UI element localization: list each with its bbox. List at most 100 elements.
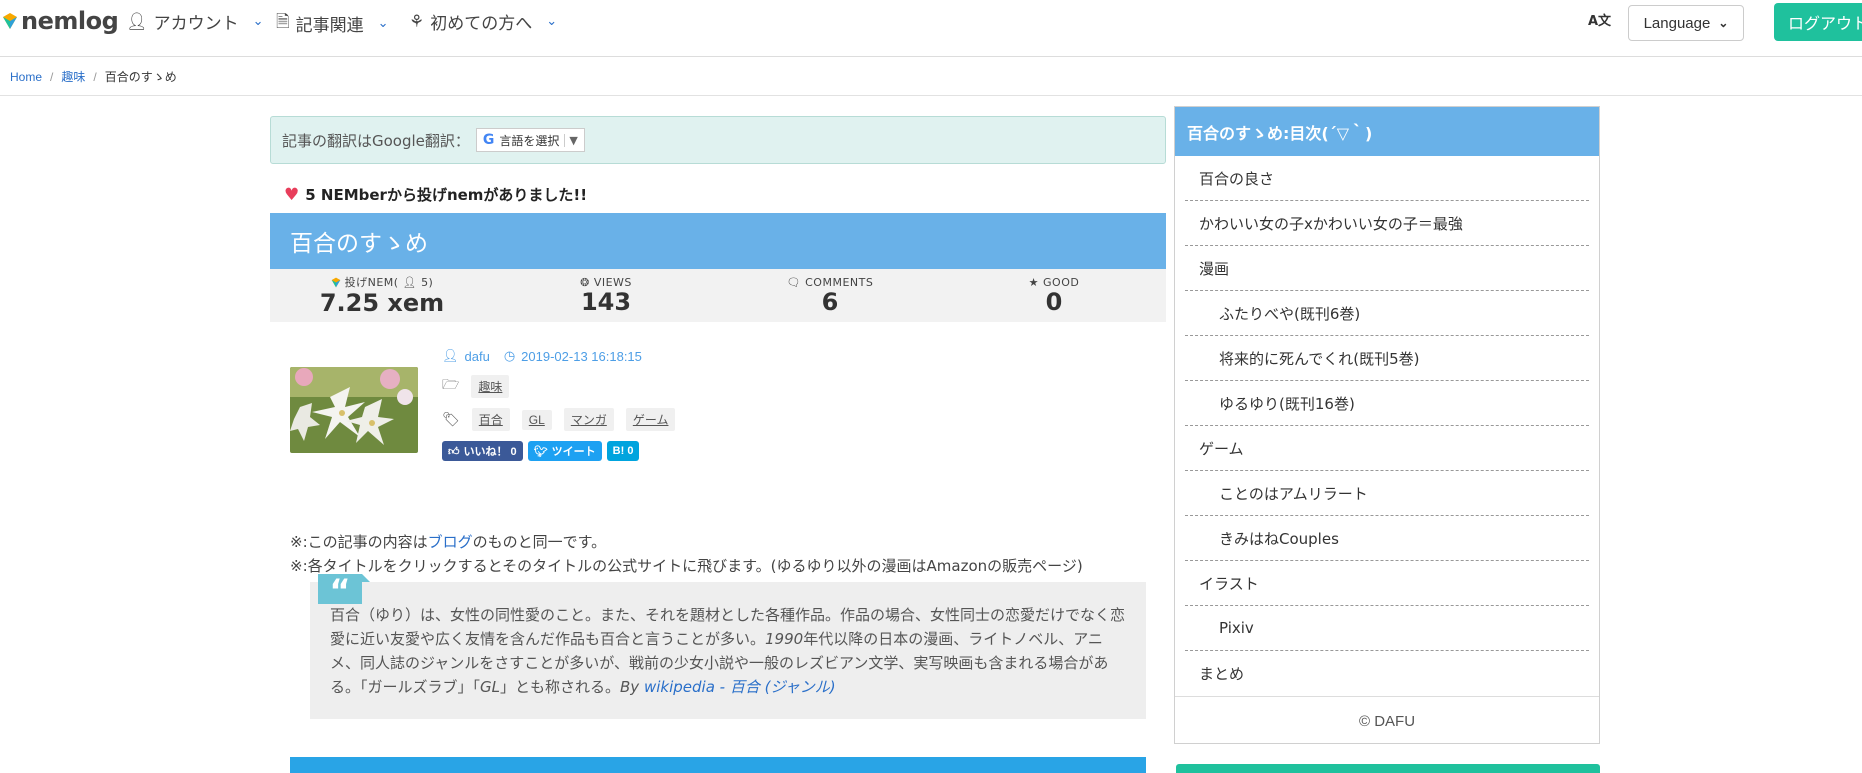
article-title: 百合のすゝめ — [290, 231, 428, 257]
clock-icon: ◷ — [503, 348, 516, 363]
toc-subitem[interactable]: 将来的に死んでくれ(既刊5巻) — [1185, 336, 1589, 381]
stat-views-value: 143 — [580, 287, 632, 316]
comments-icon: 🗨︎ — [786, 275, 802, 289]
toc-item[interactable]: イラスト — [1185, 561, 1589, 606]
tags-icon: 🏷︎ — [442, 411, 460, 427]
quote-by: By — [620, 678, 640, 696]
user-icon: 👤︎ — [442, 348, 459, 363]
lily-flowers-image — [290, 367, 418, 453]
nem-notice: ♥ 5 NEMberから投げnemがありました!! — [284, 184, 587, 205]
stat-comments: 🗨︎ COMMENTS 6 — [718, 269, 942, 322]
seedling-icon: ⚘ — [409, 11, 425, 32]
user-icon: 👤︎ — [126, 11, 148, 32]
nav-account[interactable]: 👤︎ アカウント ⌄ — [126, 9, 264, 35]
quote-text-italic: 1990 — [765, 630, 804, 648]
google-translate-select[interactable]: G 言語を選択 ▼ — [475, 128, 585, 152]
nav-beginners[interactable]: ⚘ 初めての方へ ⌄ — [409, 9, 558, 35]
breadcrumb-separator: / — [93, 69, 97, 84]
breadcrumb-category[interactable]: 趣味 — [61, 68, 85, 85]
share-buttons: 👍︎ いいね！ 0 🐦︎ ツイート B! 0 — [442, 441, 681, 461]
nav-articles[interactable]: 🗎 記事関連 ⌄ — [276, 9, 389, 38]
toc-subitem[interactable]: Pixiv — [1185, 606, 1589, 651]
document-icon: 🗎 — [276, 12, 290, 32]
breadcrumb-current: 百合のすゝめ — [104, 70, 177, 84]
chevron-down-icon: ⌄ — [546, 14, 558, 29]
stat-nem-value: 7.25 xem — [319, 289, 445, 318]
toc-item[interactable]: 百合の良さ — [1185, 156, 1589, 201]
stat-good-label: GOOD — [1043, 275, 1080, 289]
toc-item[interactable]: まとめ — [1185, 651, 1589, 696]
note-line-2: ※:各タイトルをクリックするとそのタイトルの公式サイトに飛びます。(ゆるゆり以外… — [290, 557, 1083, 575]
user-icon: 👤︎ — [402, 275, 418, 289]
toc-title: 百合のすゝめ:目次(´▽｀) — [1175, 107, 1599, 156]
hatena-label: B! 0 — [612, 445, 634, 457]
section-header-bar — [290, 757, 1146, 773]
facebook-like-label: いいね！ 0 — [463, 446, 517, 458]
chevron-down-icon: ⌄ — [1718, 16, 1729, 30]
twitter-icon: 🐦︎ — [533, 445, 548, 458]
stat-views-label: VIEWS — [593, 275, 632, 289]
translate-label: 記事の翻訳はGoogle翻訳： — [282, 131, 470, 150]
stat-good-value: 0 — [1045, 287, 1063, 316]
note1-prefix: ※:この記事の内容は — [290, 533, 428, 551]
star-icon: ★ — [1028, 275, 1040, 289]
divider — [0, 95, 1862, 96]
toc-subitem[interactable]: きみはねCouples — [1185, 516, 1589, 561]
category-tag[interactable]: 趣味 — [471, 374, 510, 398]
site-logo[interactable]: nemlog — [2, 7, 119, 35]
google-translate-select-label: 言語を選択 — [499, 133, 560, 148]
quote-text-3: 」とも称される。 — [500, 678, 621, 696]
tag-item[interactable]: 百合 — [471, 408, 510, 431]
toc-item[interactable]: かわいい女の子xかわいい女の子＝最強 — [1185, 201, 1589, 246]
tag-item[interactable]: GL — [521, 409, 552, 430]
stat-nem-count: 5) — [421, 275, 434, 289]
tag-item[interactable]: ゲーム — [625, 408, 676, 431]
language-label: Language — [1643, 14, 1711, 32]
sidebar-next-panel — [1176, 764, 1600, 773]
translate-box: 記事の翻訳はGoogle翻訳： G 言語を選択 ▼ — [270, 116, 1166, 164]
article-meta: 👤︎ dafu ◷ 2019-02-13 16:18:15 🗁 趣味 🏷︎ 百合… — [442, 348, 681, 461]
article-thumbnail[interactable] — [290, 367, 418, 453]
article-stats: 投げNEM(👤︎ 5) 7.25 xem ❂ VIEWS 143 🗨︎ COMM… — [270, 269, 1166, 322]
stat-nem-label: 投げNEM( — [344, 276, 399, 290]
toc-item[interactable]: 漫画 — [1185, 246, 1589, 291]
nem-icon — [331, 277, 340, 288]
quote-icon: “ — [318, 573, 370, 609]
nav-articles-label: 記事関連 — [295, 16, 364, 36]
blog-link[interactable]: ブログ — [428, 533, 473, 551]
stat-comments-value: 6 — [821, 287, 839, 316]
toc-subitem[interactable]: ゆるゆり(既刊16巻) — [1185, 381, 1589, 426]
nav-beginners-label: 初めての方へ — [430, 14, 533, 34]
toc-item[interactable]: ゲーム — [1185, 426, 1589, 471]
hatena-bookmark-button[interactable]: B! 0 — [606, 441, 640, 461]
stat-good: ★ GOOD 0 — [942, 269, 1166, 322]
toc-copyright: © DAFU — [1175, 696, 1599, 745]
stat-comments-label: COMMENTS — [805, 275, 874, 289]
nemlog-logo-icon — [3, 13, 17, 29]
toc-subitem[interactable]: ふたりべや(既刊6巻) — [1185, 291, 1589, 336]
nav-account-label: アカウント — [153, 14, 239, 34]
wikipedia-link[interactable]: wikipedia - 百合 (ジャンル) — [644, 678, 836, 696]
paw-icon: ❂ — [580, 275, 590, 289]
tag-item[interactable]: マンガ — [563, 408, 614, 431]
tweet-label: ツイート — [551, 446, 596, 458]
tweet-button[interactable]: 🐦︎ ツイート — [527, 441, 602, 461]
translate-icon: A文 — [1588, 14, 1612, 29]
folder-icon: 🗁 — [442, 376, 460, 392]
note1-suffix: のものと同一です。 — [472, 533, 607, 551]
nem-notice-text: 5 NEMberから投げnemがありました!! — [305, 186, 588, 204]
quote-text-gl: GL — [480, 678, 500, 696]
google-icon: G — [482, 132, 495, 148]
blockquote: “ 百合（ゆり）は、女性の同性愛のこと。また、それを題材とした各種作品。作品の場… — [310, 573, 1146, 719]
breadcrumb: Home / 趣味 / 百合のすゝめ — [10, 68, 177, 85]
author-link[interactable]: dafu — [465, 349, 490, 364]
breadcrumb-home[interactable]: Home — [10, 70, 42, 84]
table-of-contents: 百合のすゝめ:目次(´▽｀) 百合の良さ かわいい女の子xかわいい女の子＝最強 … — [1174, 106, 1600, 744]
facebook-like-button[interactable]: 👍︎ いいね！ 0 — [442, 441, 523, 461]
chevron-down-icon: ⌄ — [252, 14, 264, 29]
logout-button[interactable]: ログアウト — [1774, 3, 1862, 41]
toc-subitem[interactable]: ことのはアムリラート — [1185, 471, 1589, 516]
chevron-down-icon: ⌄ — [377, 16, 389, 31]
language-select[interactable]: Language ⌄ — [1628, 5, 1744, 41]
logo-text: nemlog — [21, 7, 119, 35]
